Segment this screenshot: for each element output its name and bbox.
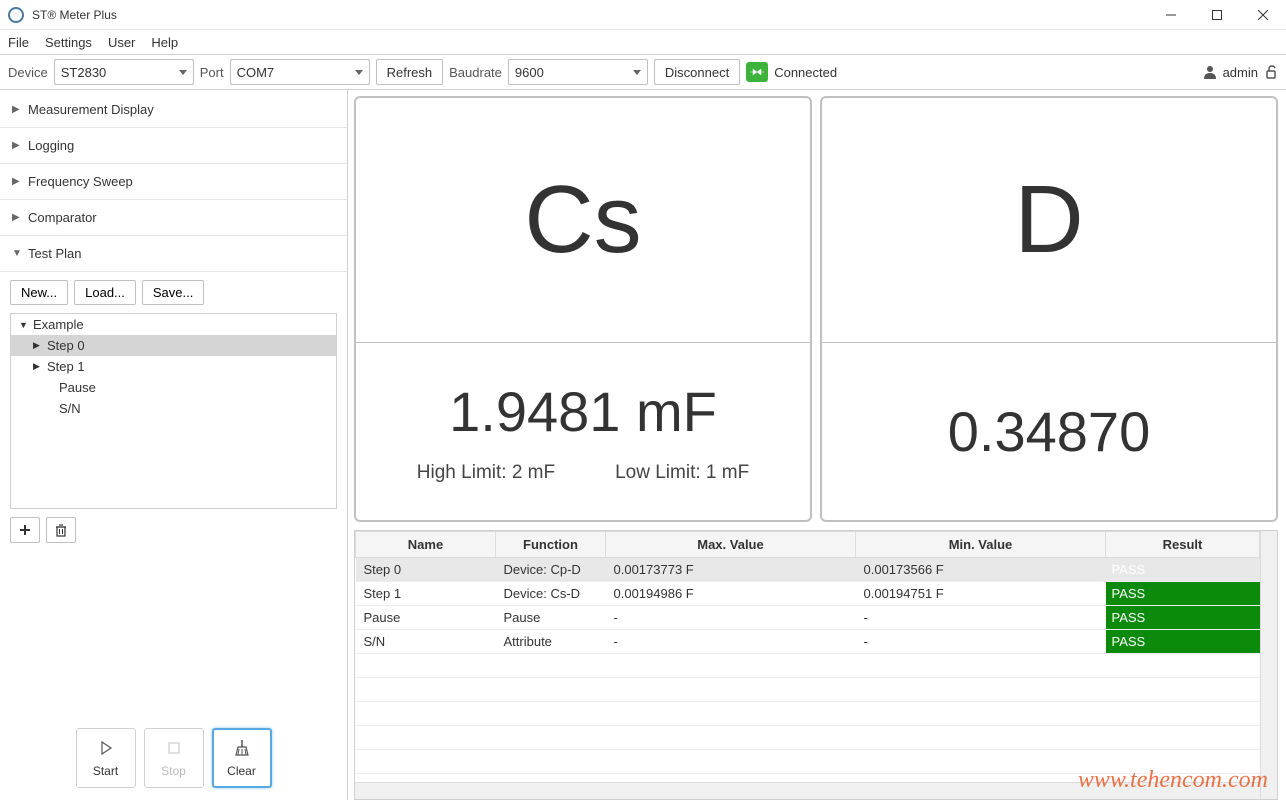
accordion-logging[interactable]: ▶Logging <box>0 128 347 164</box>
primary-value: 1.9481 mF <box>449 379 717 444</box>
add-button[interactable] <box>10 517 40 543</box>
tree-item-step1[interactable]: ▶Step 1 <box>11 356 336 377</box>
baudrate-dropdown[interactable]: 9600 <box>508 59 648 85</box>
user-area[interactable]: admin <box>1203 65 1278 80</box>
chevron-down-icon: ▼ <box>12 248 20 259</box>
clear-button[interactable]: Clear <box>212 728 272 788</box>
secondary-param: D <box>1014 165 1083 275</box>
app-title: ST® Meter Plus <box>32 8 1148 22</box>
user-icon <box>1203 65 1217 79</box>
high-limit: High Limit: 2 mF <box>417 462 555 484</box>
readouts: Cs 1.9481 mF High Limit: 2 mF Low Limit:… <box>354 96 1278 522</box>
unlock-icon <box>1264 65 1278 79</box>
baudrate-value: 9600 <box>515 65 627 80</box>
th-max[interactable]: Max. Value <box>606 532 856 558</box>
readout-secondary: D 0.34870 <box>820 96 1278 522</box>
device-value: ST2830 <box>61 65 173 80</box>
chevron-down-icon: ▼ <box>19 320 29 330</box>
chevron-right-icon: ▶ <box>12 140 20 151</box>
table-row-empty <box>356 702 1260 726</box>
sidebar: ▶Measurement Display ▶Logging ▶Frequency… <box>0 90 348 800</box>
table-row-empty <box>356 726 1260 750</box>
titlebar: ST® Meter Plus <box>0 0 1286 30</box>
device-dropdown[interactable]: ST2830 <box>54 59 194 85</box>
baudrate-label: Baudrate <box>449 65 502 80</box>
chevron-down-icon <box>355 70 363 75</box>
th-result[interactable]: Result <box>1106 532 1260 558</box>
chevron-right-icon: ▶ <box>33 361 43 372</box>
close-button[interactable] <box>1240 0 1286 30</box>
primary-param: Cs <box>524 165 641 275</box>
chevron-right-icon: ▶ <box>12 104 20 115</box>
table-row[interactable]: Step 0Device: Cp-D0.00173773 F0.00173566… <box>356 558 1260 582</box>
menu-settings[interactable]: Settings <box>45 35 92 50</box>
menu-user[interactable]: User <box>108 35 135 50</box>
stop-icon <box>167 738 181 758</box>
new-button[interactable]: New... <box>10 280 68 305</box>
secondary-value: 0.34870 <box>948 399 1150 464</box>
chevron-down-icon <box>179 70 187 75</box>
scrollbar-vertical[interactable] <box>1260 531 1277 799</box>
save-button[interactable]: Save... <box>142 280 204 305</box>
chevron-right-icon: ▶ <box>12 176 20 187</box>
chevron-right-icon: ▶ <box>33 340 43 351</box>
accordion-frequency[interactable]: ▶Frequency Sweep <box>0 164 347 200</box>
device-label: Device <box>8 65 48 80</box>
th-min[interactable]: Min. Value <box>856 532 1106 558</box>
trash-icon <box>54 523 68 537</box>
accordion-testplan[interactable]: ▼Test Plan <box>0 236 347 272</box>
results-table: Name Function Max. Value Min. Value Resu… <box>355 531 1260 774</box>
th-function[interactable]: Function <box>496 532 606 558</box>
stop-button[interactable]: Stop <box>144 728 204 788</box>
menu-file[interactable]: File <box>8 35 29 50</box>
results-table-area: Name Function Max. Value Min. Value Resu… <box>354 530 1278 800</box>
maximize-button[interactable] <box>1194 0 1240 30</box>
testplan-tree[interactable]: ▼Example ▶Step 0 ▶Step 1 Pause S/N <box>10 313 337 509</box>
tree-item-step0[interactable]: ▶Step 0 <box>11 335 336 356</box>
port-label: Port <box>200 65 224 80</box>
connection-status-icon <box>746 62 768 82</box>
port-dropdown[interactable]: COM7 <box>230 59 370 85</box>
delete-button[interactable] <box>46 517 76 543</box>
table-row[interactable]: PausePause--PASS <box>356 606 1260 630</box>
menu-help[interactable]: Help <box>151 35 178 50</box>
testplan-content: New... Load... Save... ▼Example ▶Step 0 … <box>0 272 347 547</box>
tree-item-pause[interactable]: Pause <box>11 377 336 398</box>
low-limit: Low Limit: 1 mF <box>615 462 749 484</box>
refresh-button[interactable]: Refresh <box>376 59 444 85</box>
connection-status-text: Connected <box>774 65 837 80</box>
main-area: Cs 1.9481 mF High Limit: 2 mF Low Limit:… <box>348 90 1286 800</box>
tree-item-sn[interactable]: S/N <box>11 398 336 419</box>
table-row[interactable]: S/NAttribute--PASS <box>356 630 1260 654</box>
table-row-empty <box>356 678 1260 702</box>
port-value: COM7 <box>237 65 349 80</box>
window-controls <box>1148 0 1286 30</box>
menubar: File Settings User Help <box>0 30 1286 54</box>
app-icon <box>8 7 24 23</box>
disconnect-button[interactable]: Disconnect <box>654 59 740 85</box>
accordion-measurement[interactable]: ▶Measurement Display <box>0 92 347 128</box>
readout-primary: Cs 1.9481 mF High Limit: 2 mF Low Limit:… <box>354 96 812 522</box>
start-button[interactable]: Start <box>76 728 136 788</box>
action-buttons: Start Stop Clear <box>0 716 347 800</box>
minimize-button[interactable] <box>1148 0 1194 30</box>
load-button[interactable]: Load... <box>74 280 136 305</box>
th-name[interactable]: Name <box>356 532 496 558</box>
broom-icon <box>233 738 251 758</box>
tree-root[interactable]: ▼Example <box>11 314 336 335</box>
table-row-empty <box>356 654 1260 678</box>
username: admin <box>1223 65 1258 80</box>
accordion-comparator[interactable]: ▶Comparator <box>0 200 347 236</box>
chevron-down-icon <box>633 70 641 75</box>
play-icon <box>98 738 114 758</box>
plus-icon <box>18 523 32 537</box>
watermark: www.tehencom.com <box>1078 767 1268 794</box>
toolbar: Device ST2830 Port COM7 Refresh Baudrate… <box>0 54 1286 90</box>
chevron-right-icon: ▶ <box>12 212 20 223</box>
table-row[interactable]: Step 1Device: Cs-D0.00194986 F0.00194751… <box>356 582 1260 606</box>
